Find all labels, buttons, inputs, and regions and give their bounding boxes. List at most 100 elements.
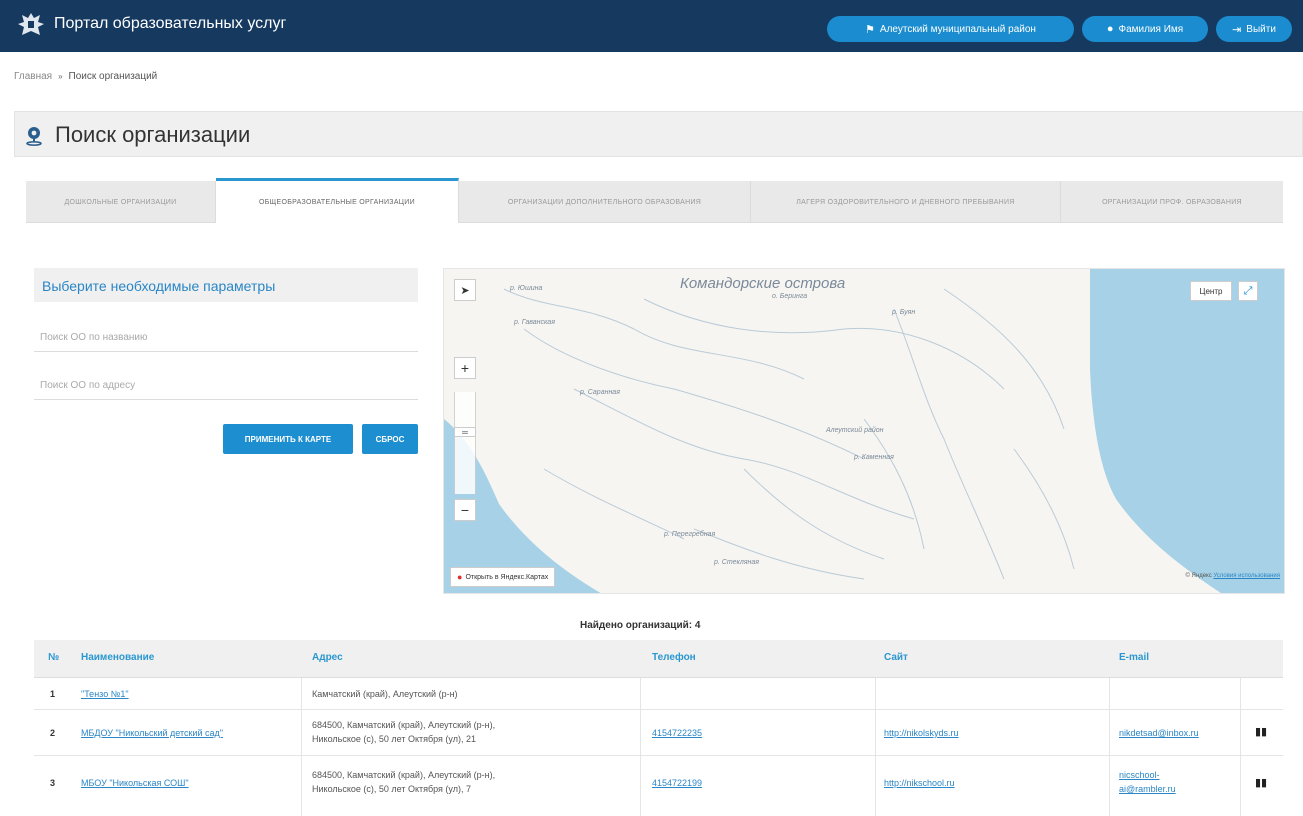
column-divider (875, 678, 876, 710)
column-header-name[interactable]: Наименование (81, 652, 154, 663)
column-divider (875, 756, 876, 816)
org-address: 684500, Камчатский (край), Алеутский (р-… (312, 768, 495, 796)
column-divider (1109, 710, 1110, 756)
column-header-num[interactable]: № (48, 652, 59, 663)
org-type-tabs: Дошкольные организации Общеобразовательн… (26, 178, 1283, 223)
row-number: 3 (50, 778, 56, 788)
column-divider (301, 678, 302, 710)
org-email-link[interactable]: nikdetsad@inbox.ru (1119, 728, 1199, 738)
zoom-slider[interactable] (454, 392, 476, 494)
column-divider (1240, 678, 1241, 710)
map-label: р. Стекляная (714, 559, 760, 566)
breadcrumb: Главная » Поиск организаций (14, 71, 157, 82)
logout-button[interactable]: ⇥ Выйти (1216, 16, 1292, 42)
map-label: р. Перегребная (664, 531, 716, 538)
map-copyright: © Яндекс Условия использования (1185, 573, 1280, 579)
map-label: о. Беринга (772, 293, 808, 300)
org-address-line1: 684500, Камчатский (край), Алеутский (р-… (312, 770, 496, 780)
found-count: Найдено организаций: 4 (580, 620, 701, 631)
user-icon: ● (1106, 23, 1114, 35)
location-pin-icon: ● (457, 572, 463, 582)
map-label: р. Буян (892, 309, 916, 316)
org-site-link[interactable]: http://nikschool.ru (884, 778, 955, 788)
org-name-link[interactable]: МБДОУ "Никольский детский сад" (81, 728, 223, 738)
table-row: 3 МБОУ "Никольская СОШ" 684500, Камчатск… (34, 756, 1283, 816)
column-header-address[interactable]: Адрес (312, 652, 343, 663)
table-row: 1 "Тензо №1" Камчатский (край), Алеутски… (34, 678, 1283, 710)
reset-button[interactable]: СБРОС (362, 424, 418, 454)
org-name-link[interactable]: "Тензо №1" (81, 689, 129, 699)
org-address-line2: Никольское (с), 50 лет Октября (ул), 7 (312, 784, 471, 794)
map-label: Алеутский район (826, 427, 884, 434)
breadcrumb-current: Поиск организаций (68, 71, 158, 82)
map-label: р. Саранная (580, 389, 620, 396)
column-divider (1109, 756, 1110, 816)
org-email-link[interactable]: nicschool- (1119, 770, 1160, 780)
table-row: 2 МБДОУ "Никольский детский сад" 684500,… (34, 710, 1283, 756)
column-header-site[interactable]: Сайт (884, 652, 908, 663)
column-divider (640, 678, 641, 710)
logout-button-label: Выйти (1246, 23, 1276, 35)
column-divider (1240, 710, 1241, 756)
column-divider (875, 710, 876, 756)
details-book-icon[interactable]: ▮▮ (1255, 776, 1267, 789)
filter-panel-header: Выберите необходимые параметры (34, 268, 418, 302)
column-divider (301, 710, 302, 756)
region-button-label: Алеутский муниципальный район (879, 23, 1036, 35)
tab-vocational[interactable]: Организации проф. образования (1061, 181, 1283, 223)
user-button[interactable]: ● Фамилия Имя (1082, 16, 1208, 42)
open-in-yandex-button[interactable]: ● Открыть в Яндекс.Картах (450, 567, 556, 587)
expand-icon: ⤢ (1243, 284, 1253, 297)
region-button[interactable]: ⚑ Алеутский муниципальный район (827, 16, 1074, 42)
search-by-name-input[interactable]: Поиск ОО по названию (34, 324, 418, 352)
tab-preschool[interactable]: Дошкольные организации (26, 181, 216, 223)
terms-link[interactable]: Условия использования (1213, 573, 1280, 579)
map-label-islands: Командорские острова (680, 275, 846, 292)
map[interactable]: Командорские острова о. Беринга р. Юшина… (443, 268, 1285, 594)
apply-to-map-button[interactable]: ПРИМЕНИТЬ К КАРТЕ (223, 424, 353, 454)
column-header-email[interactable]: E-mail (1119, 652, 1149, 663)
center-map-button[interactable]: Центр (1190, 281, 1232, 301)
column-divider (1109, 678, 1110, 710)
filter-title: Выберите необходимые параметры (42, 278, 276, 294)
map-label: р. Юшина (510, 285, 543, 292)
column-divider (1240, 756, 1241, 816)
map-label: р. Каменная (854, 454, 894, 461)
row-number: 2 (50, 728, 56, 738)
flag-icon: ⚑ (865, 23, 875, 36)
page-title: Поиск организации (55, 122, 251, 147)
copyright-text: © Яндекс (1185, 573, 1212, 579)
zoom-out-button[interactable]: − (454, 499, 476, 521)
org-name-link[interactable]: МБОУ "Никольская СОШ" (81, 778, 189, 788)
page-title-bar: Поиск организации (14, 111, 1303, 157)
tab-camps[interactable]: Лагеря оздоровительного и дневного пребы… (751, 181, 1061, 223)
org-email-link-cont[interactable]: ai@rambler.ru (1119, 784, 1176, 794)
zoom-slider-handle[interactable]: ═ (454, 427, 476, 437)
breadcrumb-home[interactable]: Главная (14, 71, 52, 82)
org-site-link[interactable]: http://nikolskyds.ru (884, 728, 959, 738)
tab-general-education[interactable]: Общеобразовательные организации (216, 178, 459, 223)
table-header: № Наименование Адрес Телефон Сайт E-mail (34, 640, 1283, 678)
org-address: Камчатский (край), Алеутский (р-н) (312, 689, 458, 699)
search-by-address-input[interactable]: Поиск ОО по адресу (34, 372, 418, 400)
fullscreen-button[interactable]: ⤢ (1238, 281, 1258, 301)
tab-additional-education[interactable]: Организации дополнительного образования (459, 181, 751, 223)
column-divider (301, 756, 302, 816)
logout-icon: ⇥ (1232, 23, 1242, 36)
column-divider (640, 756, 641, 816)
details-book-icon[interactable]: ▮▮ (1255, 725, 1267, 738)
map-pin-icon (26, 127, 42, 146)
zoom-in-button[interactable]: + (454, 357, 476, 379)
org-phone-link[interactable]: 4154722235 (652, 728, 702, 738)
org-address-line2: Никольское (с), 50 лет Октября (ул), 21 (312, 734, 476, 744)
open-in-yandex-label: Открыть в Яндекс.Картах (465, 573, 549, 581)
org-address-line1: 684500, Камчатский (край), Алеутский (р-… (312, 720, 496, 730)
column-header-phone[interactable]: Телефон (652, 652, 696, 663)
geolocation-button[interactable]: ➤ (454, 279, 476, 301)
coat-of-arms-logo[interactable] (16, 10, 46, 40)
location-arrow-icon: ➤ (460, 284, 470, 297)
org-phone-link[interactable]: 4154722199 (652, 778, 702, 788)
app-title[interactable]: Портал образовательных услуг (54, 15, 286, 33)
top-navbar: Портал образовательных услуг ⚑ Алеутский… (0, 0, 1303, 52)
row-number: 1 (50, 689, 56, 699)
